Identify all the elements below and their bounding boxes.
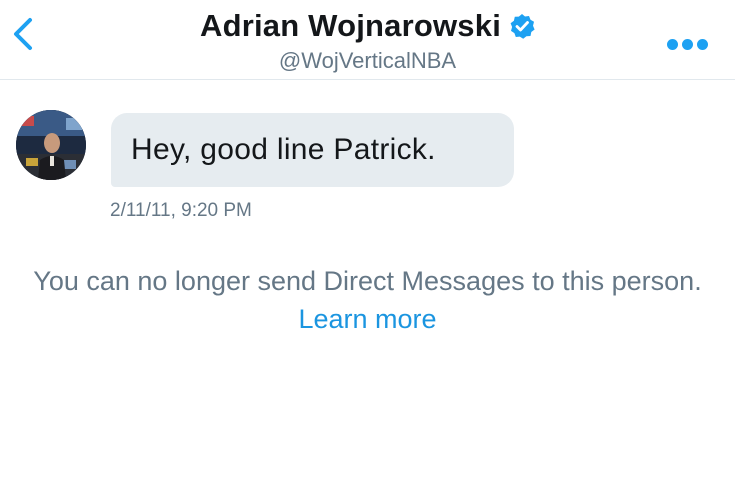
more-dots-icon — [682, 38, 693, 50]
verified-badge-icon — [510, 14, 535, 39]
learn-more-link[interactable]: Learn more — [298, 304, 436, 334]
avatar-image — [16, 110, 86, 180]
more-dots-icon — [667, 38, 678, 50]
more-options-button[interactable] — [667, 32, 713, 56]
more-dots-icon — [697, 38, 708, 50]
header-title-block: Adrian Wojnarowski @WojVerticalNBA — [0, 8, 735, 74]
message-bubble[interactable]: Hey, good line Patrick. — [111, 113, 514, 187]
contact-name: Adrian Wojnarowski — [199, 8, 502, 43]
dm-disabled-notice: You can no longer send Direct Messages t… — [30, 262, 705, 338]
title-row: Adrian Wojnarowski — [200, 8, 535, 44]
avatar[interactable] — [16, 110, 86, 180]
message-text: Hey, good line Patrick. — [131, 133, 436, 166]
notice-text: You can no longer send Direct Messages t… — [33, 266, 702, 296]
message-timestamp: 2/11/11, 9:20 PM — [110, 200, 252, 221]
contact-handle: @WojVerticalNBA — [278, 48, 457, 73]
conversation-header: Adrian Wojnarowski @WojVerticalNBA — [0, 0, 735, 80]
